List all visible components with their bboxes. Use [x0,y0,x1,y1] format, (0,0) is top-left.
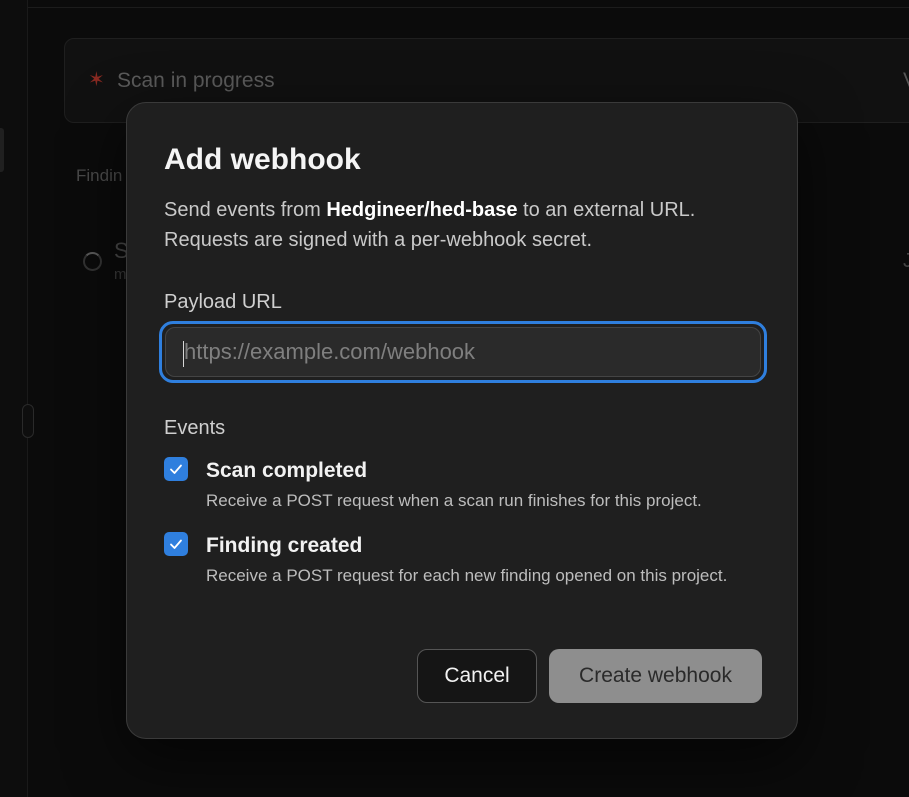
description-suffix: to an external URL. [517,199,696,221]
scan-completed-checkbox[interactable] [164,457,188,481]
left-rail [0,0,28,797]
check-icon [170,539,182,549]
scan-completed-title[interactable]: Scan completed [206,459,367,483]
top-bar [28,0,909,8]
events-label: Events [164,417,226,439]
payload-url-label: Payload URL [164,291,282,313]
header-right-fragment: V [903,69,909,93]
asterisk-icon: ✶ [88,69,105,91]
check-icon [170,464,182,474]
finding-row-right: J [903,250,909,272]
text-caret [183,341,184,367]
finding-created-description: Receive a POST request for each new find… [206,566,728,585]
add-webhook-dialog: Add webhook Send events from Hedgineer/h… [126,102,798,739]
finding-created-checkbox[interactable] [164,532,188,556]
repo-name: Hedgineer/hed-base [326,199,518,221]
scan-completed-description: Receive a POST request when a scan run f… [206,491,702,510]
cancel-button[interactable]: Cancel [417,649,537,703]
resize-handle[interactable] [22,404,34,438]
finding-created-title[interactable]: Finding created [206,534,362,558]
payload-url-input[interactable] [165,327,761,377]
description-line-2: Requests are signed with a per-webhook s… [164,229,593,251]
spinner-icon [83,252,102,271]
rail-active-indicator [0,128,4,172]
findings-heading: Findin [76,166,123,185]
description-prefix: Send events from [164,199,327,221]
dialog-description: Send events from Hedgineer/hed-base to a… [164,195,784,255]
scan-status-text: Scan in progress [117,69,275,92]
payload-url-focus-ring [159,321,767,383]
create-webhook-button[interactable]: Create webhook [549,649,762,703]
dialog-title: Add webhook [164,143,361,176]
finding-row-subtitle: m [114,266,127,283]
